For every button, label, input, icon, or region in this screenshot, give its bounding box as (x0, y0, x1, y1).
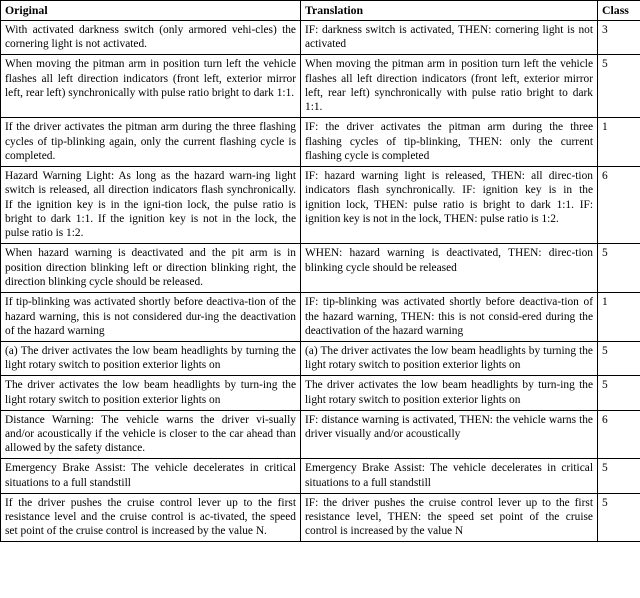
cell-original: Emergency Brake Assist: The vehicle dece… (0, 458, 301, 494)
cell-original: When hazard warning is deactivated and t… (0, 243, 301, 294)
table-header-row: Original Translation Class (0, 0, 640, 21)
column-header-translation: Translation (300, 0, 598, 21)
table-row: If the driver activates the pitman arm d… (0, 117, 640, 167)
cell-original: If tip-blinking was activated shortly be… (0, 292, 301, 342)
table-row: The driver activates the low beam headli… (0, 375, 640, 411)
cell-class: 5 (597, 340, 640, 377)
cell-translation: IF: the driver pushes the cruise control… (300, 492, 598, 543)
cell-translation: IF: the driver activates the pitman arm … (300, 117, 598, 167)
document-page: Original Translation Class With activate… (0, 0, 640, 598)
cell-translation: When moving the pitman arm in position t… (300, 54, 598, 119)
table-body: With activated darkness switch (only arm… (0, 19, 640, 543)
table-row: When hazard warning is deactivated and t… (0, 243, 640, 294)
cell-class: 5 (597, 492, 640, 543)
cell-original: If the driver activates the pitman arm d… (0, 117, 301, 167)
column-header-class: Class (597, 0, 640, 21)
cell-original: Hazard Warning Light: As long as the haz… (0, 165, 301, 245)
table-row: If the driver pushes the cruise control … (0, 492, 640, 543)
cell-class: 6 (597, 409, 640, 460)
cell-class: 3 (597, 19, 640, 56)
table-row: If tip-blinking was activated shortly be… (0, 292, 640, 342)
cell-class: 1 (597, 117, 640, 167)
table-row: (a) The driver activates the low beam he… (0, 340, 640, 377)
cell-translation: WHEN: hazard warning is deactivated, THE… (300, 243, 598, 294)
cell-class: 5 (597, 375, 640, 411)
cell-class: 1 (597, 292, 640, 342)
cell-class: 5 (597, 458, 640, 494)
cell-class: 5 (597, 54, 640, 119)
cell-translation: (a) The driver activates the low beam he… (300, 340, 598, 377)
requirements-translation-table: Original Translation Class With activate… (0, 0, 640, 543)
column-header-original: Original (0, 0, 301, 21)
cell-translation: IF: distance warning is activated, THEN:… (300, 409, 598, 460)
cell-class: 6 (597, 165, 640, 245)
cell-original: Distance Warning: The vehicle warns the … (0, 409, 301, 460)
cell-translation: IF: tip-blinking was activated shortly b… (300, 292, 598, 342)
table-row: When moving the pitman arm in position t… (0, 54, 640, 119)
cell-original: If the driver pushes the cruise control … (0, 492, 301, 543)
cell-original: The driver activates the low beam headli… (0, 375, 301, 411)
cell-translation: Emergency Brake Assist: The vehicle dece… (300, 458, 598, 494)
table-row: With activated darkness switch (only arm… (0, 19, 640, 56)
table-header: Original Translation Class (0, 0, 640, 21)
cell-class: 5 (597, 243, 640, 294)
cell-translation: IF: darkness switch is activated, THEN: … (300, 19, 598, 56)
table-row: Distance Warning: The vehicle warns the … (0, 409, 640, 460)
table-row: Emergency Brake Assist: The vehicle dece… (0, 458, 640, 494)
cell-original: When moving the pitman arm in position t… (0, 54, 301, 119)
cell-original: With activated darkness switch (only arm… (0, 19, 301, 56)
cell-translation: IF: hazard warning light is released, TH… (300, 165, 598, 245)
table-row: Hazard Warning Light: As long as the haz… (0, 165, 640, 245)
cell-original: (a) The driver activates the low beam he… (0, 340, 301, 377)
cell-translation: The driver activates the low beam headli… (300, 375, 598, 411)
